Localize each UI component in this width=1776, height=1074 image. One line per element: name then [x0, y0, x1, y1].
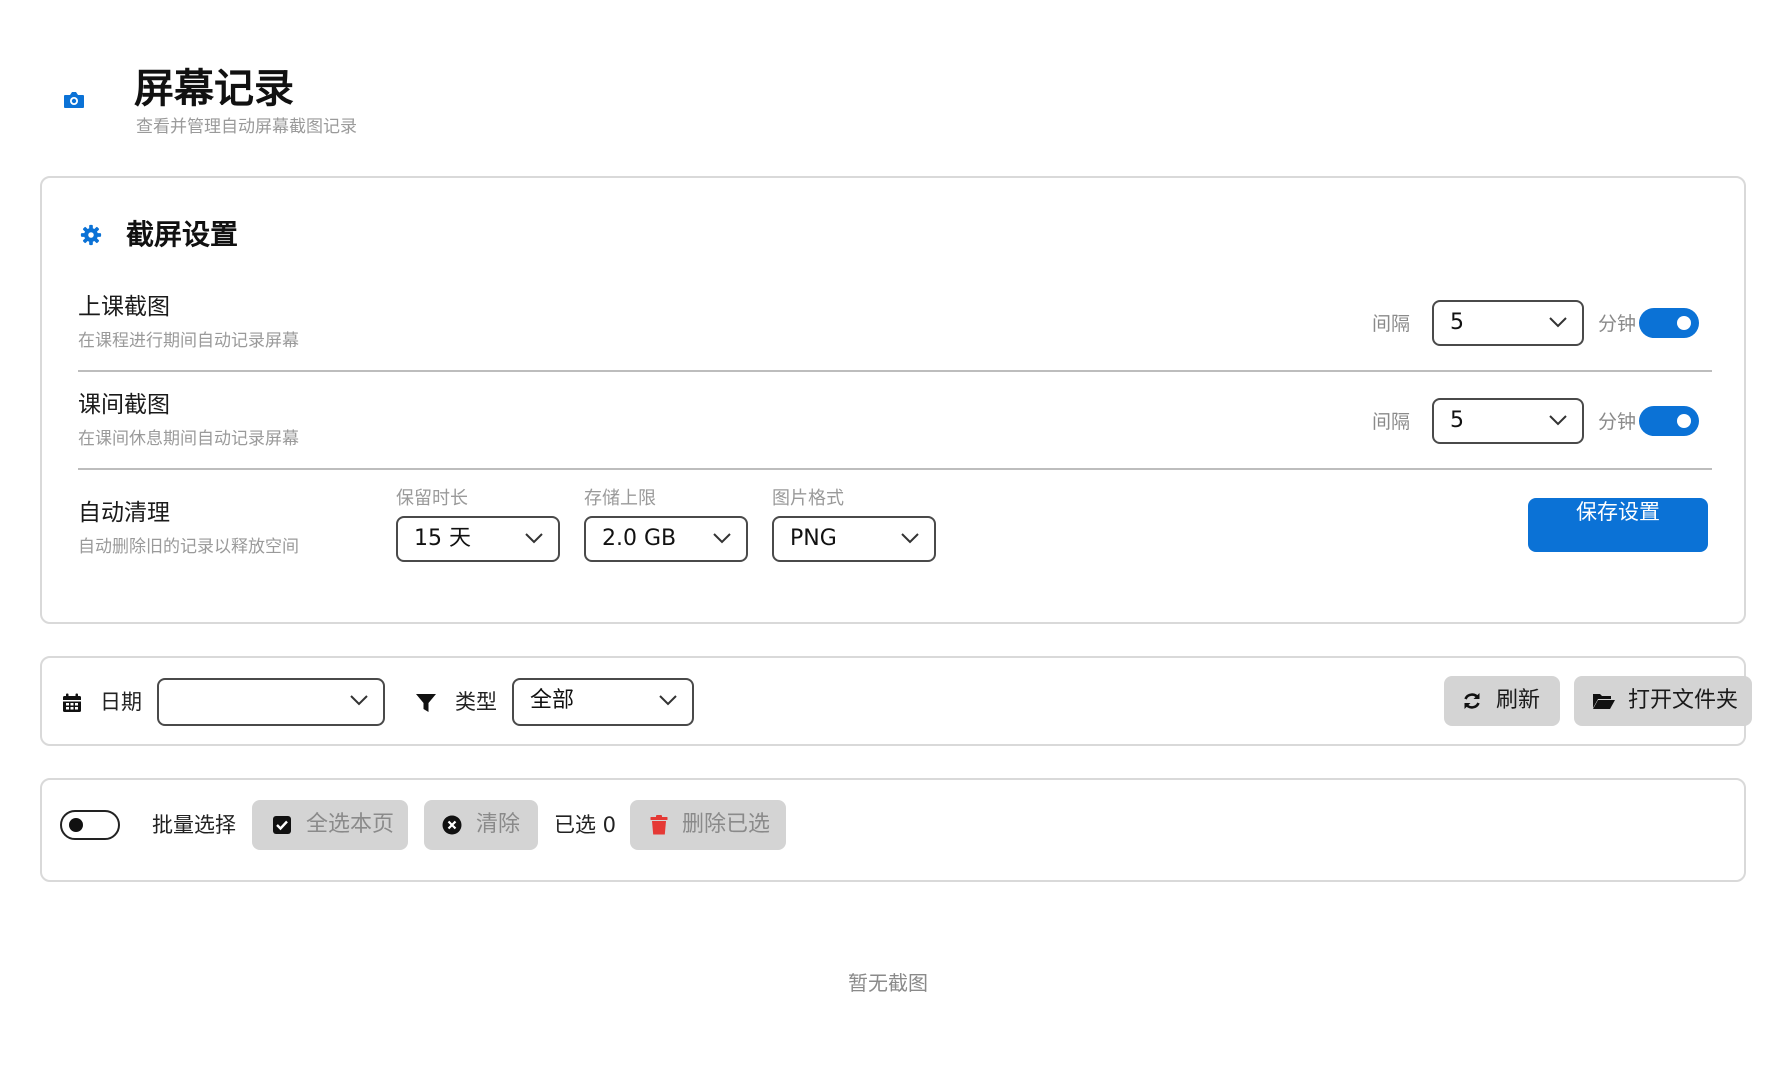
delete-selected-label: 删除已选: [682, 812, 771, 837]
filter-icon: [416, 694, 436, 712]
image-format-value: PNG: [790, 526, 837, 551]
break-capture-label: 课间截图: [78, 392, 170, 418]
type-label: 类型: [455, 690, 497, 714]
page-header: 屏幕记录 查看并管理自动屏幕截图记录: [56, 60, 756, 150]
clear-selection-button[interactable]: 清除: [424, 800, 538, 850]
break-interval-value: 5: [1450, 408, 1464, 433]
break-interval-label: 间隔: [1372, 411, 1411, 433]
screenshot-settings-card: 截屏设置 上课截图 在课程进行期间自动记录屏幕 间隔 5 分钟 课间截图 在课间…: [40, 176, 1746, 624]
storage-limit-label: 存储上限: [584, 488, 656, 509]
open-folder-button[interactable]: 打开文件夹: [1574, 676, 1752, 726]
chevron-down-icon: [901, 533, 919, 544]
storage-limit-value: 2.0 GB: [602, 526, 677, 551]
divider: [78, 370, 1712, 372]
class-interval-select[interactable]: 5: [1432, 300, 1584, 346]
class-interval-unit: 分钟: [1598, 313, 1637, 335]
chevron-down-icon: [525, 533, 543, 544]
break-interval-unit: 分钟: [1598, 411, 1637, 433]
divider: [78, 468, 1712, 470]
batch-select-toggle[interactable]: [60, 810, 120, 840]
clear-label: 清除: [476, 812, 521, 837]
chevron-down-icon: [350, 695, 368, 706]
class-interval-label: 间隔: [1372, 313, 1411, 335]
page-subtitle: 查看并管理自动屏幕截图记录: [136, 117, 357, 137]
batch-select-label: 批量选择: [152, 813, 236, 837]
chevron-down-icon: [1549, 317, 1567, 328]
refresh-icon: [1464, 693, 1480, 709]
folder-open-icon: [1593, 694, 1615, 709]
chevron-down-icon: [713, 533, 731, 544]
chevron-down-icon: [659, 695, 677, 706]
image-format-label: 图片格式: [772, 488, 844, 509]
toggle-knob: [1677, 316, 1691, 330]
select-page-button[interactable]: 全选本页: [252, 800, 408, 850]
retention-label: 保留时长: [396, 488, 468, 509]
break-interval-select[interactable]: 5: [1432, 398, 1584, 444]
toggle-knob: [1677, 414, 1691, 428]
calendar-icon: [63, 693, 81, 712]
filter-bar: 日期 类型 全部 刷新 打开文件夹: [40, 656, 1752, 746]
empty-state-text: 暂无截图: [848, 971, 928, 995]
page-title: 屏幕记录: [134, 66, 294, 112]
class-capture-label: 上课截图: [78, 294, 170, 320]
gear-icon: [80, 224, 102, 246]
chevron-down-icon: [1549, 415, 1567, 426]
break-capture-toggle[interactable]: [1639, 406, 1699, 436]
retention-select[interactable]: 15 天: [396, 516, 560, 562]
settings-title-text: 截屏设置: [126, 218, 239, 251]
checkbox-icon: [273, 816, 291, 834]
refresh-button[interactable]: 刷新: [1444, 676, 1560, 726]
storage-limit-select[interactable]: 2.0 GB: [584, 516, 748, 562]
select-page-label: 全选本页: [306, 812, 395, 837]
batch-actions-bar: 批量选择 全选本页 清除 已选 0 删除已选: [40, 778, 1746, 882]
selected-count: 已选 0: [554, 813, 617, 837]
open-folder-label: 打开文件夹: [1628, 688, 1739, 713]
retention-value: 15 天: [414, 526, 471, 551]
camera-icon: [64, 92, 84, 108]
type-select[interactable]: 全部: [512, 678, 694, 726]
class-capture-toggle[interactable]: [1639, 308, 1699, 338]
toggle-knob: [69, 818, 83, 832]
image-format-select[interactable]: PNG: [772, 516, 936, 562]
delete-selected-button[interactable]: 删除已选: [630, 800, 786, 850]
auto-clean-desc: 自动删除旧的记录以释放空间: [78, 537, 299, 557]
auto-clean-label: 自动清理: [78, 500, 170, 526]
save-settings-button[interactable]: 保存设置: [1528, 498, 1708, 552]
class-capture-desc: 在课程进行期间自动记录屏幕: [78, 331, 299, 351]
trash-icon: [650, 815, 668, 835]
type-value: 全部: [530, 688, 575, 713]
break-capture-desc: 在课间休息期间自动记录屏幕: [78, 429, 299, 449]
class-interval-value: 5: [1450, 310, 1464, 335]
close-circle-icon: [442, 815, 462, 835]
date-label: 日期: [100, 690, 142, 714]
date-select[interactable]: [157, 678, 385, 726]
refresh-label: 刷新: [1496, 688, 1541, 713]
